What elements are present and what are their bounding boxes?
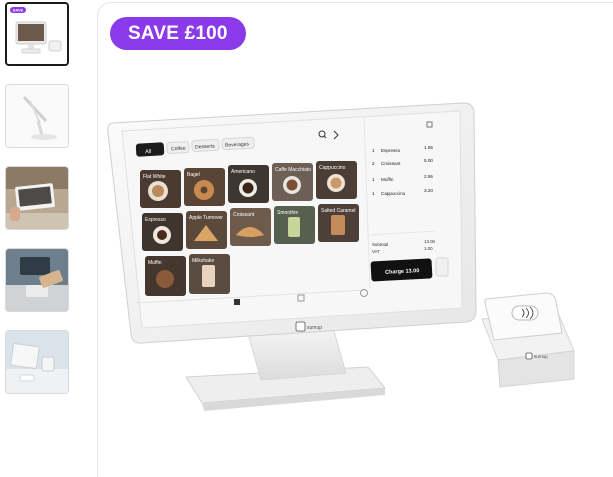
product-tile[interactable]: Caffe Macchiato: [272, 163, 313, 201]
order-qty: 1: [372, 148, 375, 153]
subtotal-label: Subtotal: [372, 242, 388, 247]
product-tile[interactable]: Americano: [228, 165, 269, 203]
product-tile[interactable]: Croissant: [230, 208, 271, 246]
order-price: 1.95: [424, 145, 433, 150]
product-tile-label: Caffe Macchiato: [275, 167, 311, 173]
nav-checkout-icon[interactable]: [234, 299, 240, 305]
card-reader: sumup: [481, 292, 575, 388]
product-tile[interactable]: Apple Turnover: [186, 211, 227, 249]
order-price: 2.95: [424, 174, 433, 179]
tab-all-label: All: [145, 149, 151, 155]
split-bill-button[interactable]: [435, 257, 449, 277]
thumbnail-pos-bundle-front[interactable]: SAVE: [5, 2, 69, 66]
thumbnail-image: [6, 167, 68, 229]
product-gallery: SAVE SAVE £100 All Coffee Desserts Bever…: [0, 0, 613, 477]
product-tile-label: Croissant: [233, 212, 255, 218]
order-qty: 1: [372, 191, 375, 196]
order-item: Espresso: [381, 148, 401, 153]
order-price: 5.00: [424, 158, 433, 163]
thumbnail-image: [6, 331, 68, 393]
product-tile[interactable]: Salted Caramel: [318, 204, 359, 242]
reader-brand: sumup: [534, 354, 548, 359]
product-tile-label: Apple Turnover: [189, 215, 223, 221]
thumbnail-pos-stand-side[interactable]: [5, 84, 69, 148]
tab-coffee-label: Coffee: [171, 146, 186, 153]
order-price: 3.20: [424, 188, 433, 193]
subtotal-value: 13.00: [424, 239, 436, 244]
tablet-brand: sumup: [307, 325, 322, 331]
order-item: Croissant: [381, 161, 401, 166]
thumbnail-image: [6, 85, 68, 147]
product-tile-label: Espresso: [145, 217, 166, 223]
pos-product-illustration: All Coffee Desserts Beverages Flat White…: [107, 102, 575, 411]
product-tile-label: Cappuccino: [319, 165, 346, 171]
product-tile[interactable]: Cappuccino: [316, 161, 357, 199]
order-qty: 1: [372, 177, 375, 182]
thumbnail-card-reader-payment[interactable]: [5, 248, 69, 312]
product-tile-label: Smoothie: [277, 210, 298, 216]
product-tile-label: Bagel: [187, 172, 200, 178]
vat-value: 1.00: [424, 246, 433, 251]
product-tile[interactable]: Bagel: [184, 168, 225, 206]
product-tile-label: Muffin: [148, 260, 162, 266]
thumbnail-pos-in-store[interactable]: [5, 166, 69, 230]
order-item: Cappuccino: [381, 191, 406, 196]
order-qty: 2: [372, 161, 375, 166]
product-tile-label: Americano: [231, 169, 255, 175]
product-tile[interactable]: Flat White: [140, 170, 181, 208]
thumbnail-pos-counter[interactable]: [5, 330, 69, 394]
tab-beverages-label: Beverages: [225, 141, 250, 148]
main-product-image: SAVE £100 All Coffee Desserts Beverages …: [97, 2, 613, 477]
product-tile[interactable]: Espresso: [142, 213, 183, 251]
product-tile[interactable]: Milkshake: [189, 254, 230, 294]
thumbnail-save-tag: SAVE: [13, 8, 24, 13]
product-tile-label: Flat White: [143, 174, 166, 180]
product-tile[interactable]: Muffin: [145, 256, 186, 296]
thumbnail-image: [6, 249, 68, 311]
thumbnail-image: SAVE: [7, 4, 67, 64]
product-tile[interactable]: Smoothie: [274, 206, 315, 244]
tab-desserts-label: Desserts: [195, 143, 216, 150]
pos-stand: [185, 327, 386, 411]
product-tile-label: Salted Caramel: [321, 208, 355, 214]
order-item: Muffin: [381, 177, 394, 182]
vat-label: VAT: [372, 249, 380, 254]
product-tile-label: Milkshake: [192, 258, 214, 264]
